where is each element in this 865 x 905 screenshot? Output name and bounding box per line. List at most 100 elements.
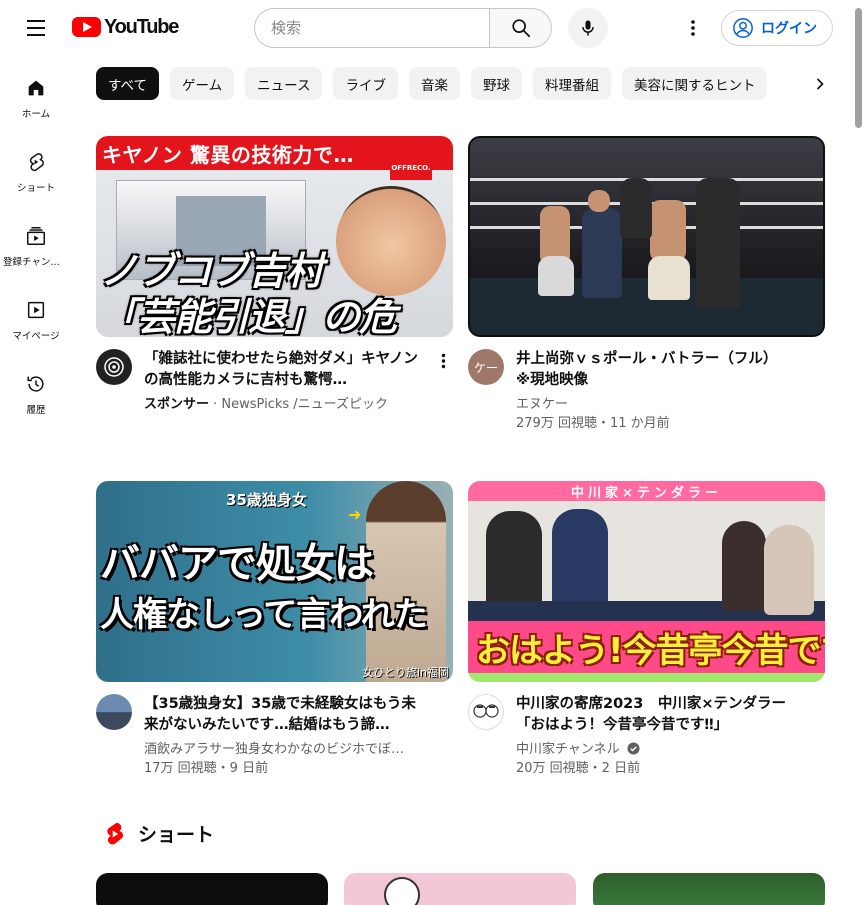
mini-guide: ホーム ショート 登録チャンネル マイページ 履歴: [0, 60, 72, 430]
thumbnail-art: [650, 200, 686, 262]
chip-beauty-tips[interactable]: 美容に関するヒント: [621, 67, 768, 100]
shorts-shelf-header: ショート: [104, 820, 214, 847]
separator: ·: [209, 397, 222, 412]
history-icon: [24, 372, 48, 396]
sidebar-item-home[interactable]: ホーム: [0, 60, 72, 134]
library-icon: [24, 298, 48, 322]
channel-avatar[interactable]: [96, 349, 132, 385]
youtube-logo[interactable]: YouTube: [72, 15, 179, 38]
thumbnail-art: [588, 190, 610, 212]
thumbnail-banner-text: キヤノン 驚異の技術力で…: [102, 143, 354, 167]
page-scrollbar[interactable]: [853, 0, 865, 905]
sponsor-label: スポンサー: [144, 397, 210, 412]
more-vert-icon: [691, 20, 695, 36]
chip-cooking[interactable]: 料理番組: [532, 67, 611, 100]
chip-games[interactable]: ゲーム: [170, 67, 235, 100]
thumbnail-banner-text: 中川家×テンダラー: [571, 486, 722, 501]
sidebar-item-label: 登録チャンネル: [3, 257, 69, 268]
chip-bar-fade: [760, 67, 800, 101]
thumbnail-tag: 35歳独身女: [226, 491, 307, 509]
subscriptions-icon: [24, 224, 48, 248]
search-button[interactable]: [489, 8, 552, 48]
thumbnail-footer: 女ひとり旅in福岡: [362, 666, 449, 679]
thumbnail-art: [696, 178, 740, 308]
thumbnail-caption: ババアで処女は: [100, 541, 374, 587]
search-input[interactable]: [254, 8, 489, 48]
shorts-shelf-title: ショート: [138, 824, 215, 846]
short-thumbnail[interactable]: [593, 873, 825, 905]
newspicks-logo-icon: [104, 357, 124, 377]
video-thumbnail[interactable]: [468, 136, 825, 337]
channel-name[interactable]: 中川家チャンネル: [516, 742, 620, 757]
sidebar-item-label: ショート: [16, 183, 55, 194]
short-thumbnail[interactable]: [344, 873, 576, 905]
shorts-icon: [24, 150, 48, 174]
settings-more-button[interactable]: [673, 8, 713, 48]
sidebar-item-subscriptions[interactable]: 登録チャンネル: [0, 208, 72, 282]
thumbnail-caption: 人権なしって言われた: [100, 595, 428, 635]
video-thumbnail[interactable]: 中川家×テンダラー おはよう!今昔亭今昔です!!: [468, 481, 825, 682]
short-thumbnail[interactable]: [96, 873, 328, 905]
nakagawake-logo-icon: [473, 704, 499, 718]
video-meta: 【35歳独身女】35歳で未経験女はもう未来がないみたいです…結婚はもう諦… 酒飲…: [96, 694, 453, 779]
channel-line: 中川家チャンネル: [516, 741, 794, 759]
sidebar-item-label: ホーム: [21, 109, 51, 120]
channel-name[interactable]: NewsPicks /ニューズピック: [221, 397, 388, 412]
chip-live[interactable]: ライブ: [333, 67, 398, 100]
voice-search-button[interactable]: [568, 8, 608, 48]
video-title[interactable]: 中川家の寄席2023 中川家×テンダラー 「おはよう！今昔亭今昔です‼」: [516, 694, 794, 736]
video-meta: ケー 井上尚弥ｖｓポール・バトラー（フル） ※現地映像 エヌケー 279万 回視…: [468, 349, 825, 434]
video-thumbnail[interactable]: キヤノン 驚異の技術力で… OFFRECO. ノブコブ吉村 「芸能引退」の危機？: [96, 136, 453, 337]
sidebar-item-label: マイページ: [12, 331, 60, 342]
thumbnail-art: [764, 525, 814, 615]
guide-menu-button[interactable]: [16, 8, 56, 48]
chip-baseball[interactable]: 野球: [470, 67, 522, 100]
video-stats: 20万 回視聴・2 日前: [516, 761, 641, 776]
video-card: ケー 井上尚弥ｖｓポール・バトラー（フル） ※現地映像 エヌケー 279万 回視…: [468, 136, 825, 434]
sidebar-item-library[interactable]: マイページ: [0, 282, 72, 356]
video-card: 中川家×テンダラー おはよう!今昔亭今昔です!! 中川家の寄席2023 中川家×…: [468, 481, 825, 779]
avatar-text: ケー: [473, 360, 498, 375]
thumbnail-caption: 「芸能引退」の危機？: [100, 295, 397, 337]
thumbnail-art: [620, 178, 652, 238]
channel-name[interactable]: エヌケー: [516, 396, 794, 414]
masthead: YouTube ログイン: [0, 0, 865, 56]
filter-chip-bar: すべて ゲーム ニュース ライブ 音楽 野球 料理番組 美容に関するヒント: [96, 67, 836, 101]
search-icon: [511, 19, 530, 38]
more-vert-icon: [441, 353, 445, 369]
youtube-play-icon: [72, 17, 101, 37]
chip-next-button[interactable]: [800, 67, 840, 101]
video-info: 中川家の寄席2023 中川家×テンダラー 「おはよう！今昔亭今昔です‼」 中川家…: [516, 694, 794, 779]
channel-avatar[interactable]: ケー: [468, 349, 504, 385]
channel-name[interactable]: 酒飲みアラサー独身女わかなのビジホでぼ…: [144, 741, 422, 759]
shorts-logo-icon: [107, 822, 124, 844]
video-title[interactable]: 井上尚弥ｖｓポール・バトラー（フル） ※現地映像: [516, 349, 794, 391]
chevron-right-icon: [816, 78, 824, 90]
video-title[interactable]: 「雑誌社に使わせたら絶対ダメ」キヤノンの高性能カメラに吉村も驚愕…: [144, 349, 422, 391]
video-meta: 「雑誌社に使わせたら絶対ダメ」キヤノンの高性能カメラに吉村も驚愕… スポンサー …: [96, 349, 453, 414]
thumbnail-art: [384, 877, 420, 905]
channel-avatar[interactable]: [96, 694, 132, 730]
video-title[interactable]: 【35歳独身女】35歳で未経験女はもう未来がないみたいです…結婚はもう諦…: [144, 694, 422, 736]
menu-icon-line: [27, 20, 45, 22]
thumbnail-art: [722, 521, 766, 611]
sidebar-item-shorts[interactable]: ショート: [0, 134, 72, 208]
arrow-icon: ➜: [348, 505, 362, 524]
video-stats: 279万 回視聴・11 か月前: [516, 416, 670, 431]
thumbnail-caption: おはよう!今昔亭今昔です!!: [476, 631, 825, 671]
channel-line: スポンサー · NewsPicks /ニューズピック: [144, 396, 422, 414]
login-button[interactable]: ログイン: [721, 10, 833, 46]
video-thumbnail[interactable]: 35歳独身女 ➜ ババアで処女は 人権なしって言われた 女ひとり旅in福岡: [96, 481, 453, 682]
channel-avatar[interactable]: [468, 694, 504, 730]
menu-icon-line: [27, 27, 45, 29]
chip-news[interactable]: ニュース: [245, 67, 323, 100]
thumbnail-art: [486, 511, 542, 611]
video-menu-button[interactable]: [433, 349, 453, 373]
scrollbar-thumb[interactable]: [855, 8, 862, 128]
logo-text: YouTube: [104, 15, 179, 38]
sidebar-item-history[interactable]: 履歴: [0, 356, 72, 430]
chip-music[interactable]: 音楽: [408, 67, 460, 100]
home-icon: [24, 76, 48, 100]
chip-all[interactable]: すべて: [96, 67, 160, 100]
menu-icon-line: [27, 34, 45, 36]
